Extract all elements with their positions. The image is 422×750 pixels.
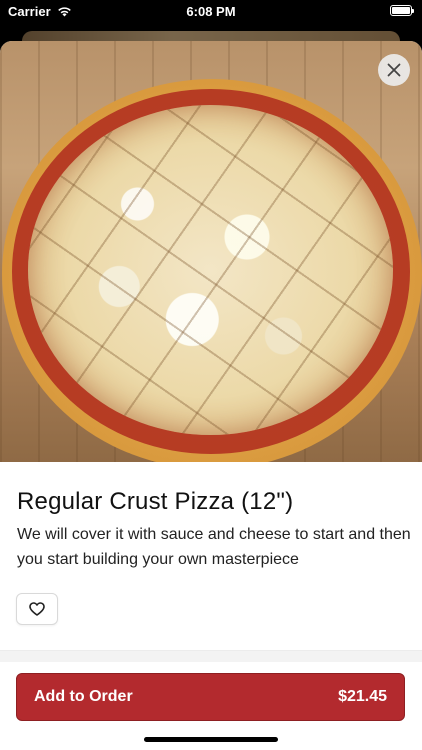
item-detail-sheet: Regular Crust Pizza (12") We will cover …: [0, 41, 422, 750]
item-photo: [0, 41, 422, 462]
battery-icon: [390, 5, 414, 16]
battery-fill: [392, 7, 410, 14]
item-title: Regular Crust Pizza (12"): [17, 488, 294, 515]
pizza-cut-lines: [28, 105, 393, 435]
battery-nub: [412, 9, 414, 13]
close-icon: [387, 63, 401, 77]
item-description: We will cover it with sauce and cheese t…: [17, 526, 411, 568]
section-divider: [0, 650, 422, 662]
status-bar: Carrier 6:08 PM: [0, 0, 422, 24]
home-indicator: [144, 737, 278, 742]
close-button[interactable]: [378, 54, 410, 86]
item-price: $21.45: [338, 688, 387, 705]
screen: Carrier 6:08 PM Regular Crust Pizza (12"…: [0, 0, 422, 750]
bottom-action-bar: Add to Order $21.45: [0, 670, 422, 750]
heart-outline-icon: [29, 602, 45, 616]
clock: 6:08 PM: [186, 4, 236, 19]
add-to-order-button[interactable]: Add to Order $21.45: [16, 673, 405, 721]
add-to-order-label: Add to Order: [34, 688, 133, 705]
favorite-button[interactable]: [16, 593, 58, 625]
